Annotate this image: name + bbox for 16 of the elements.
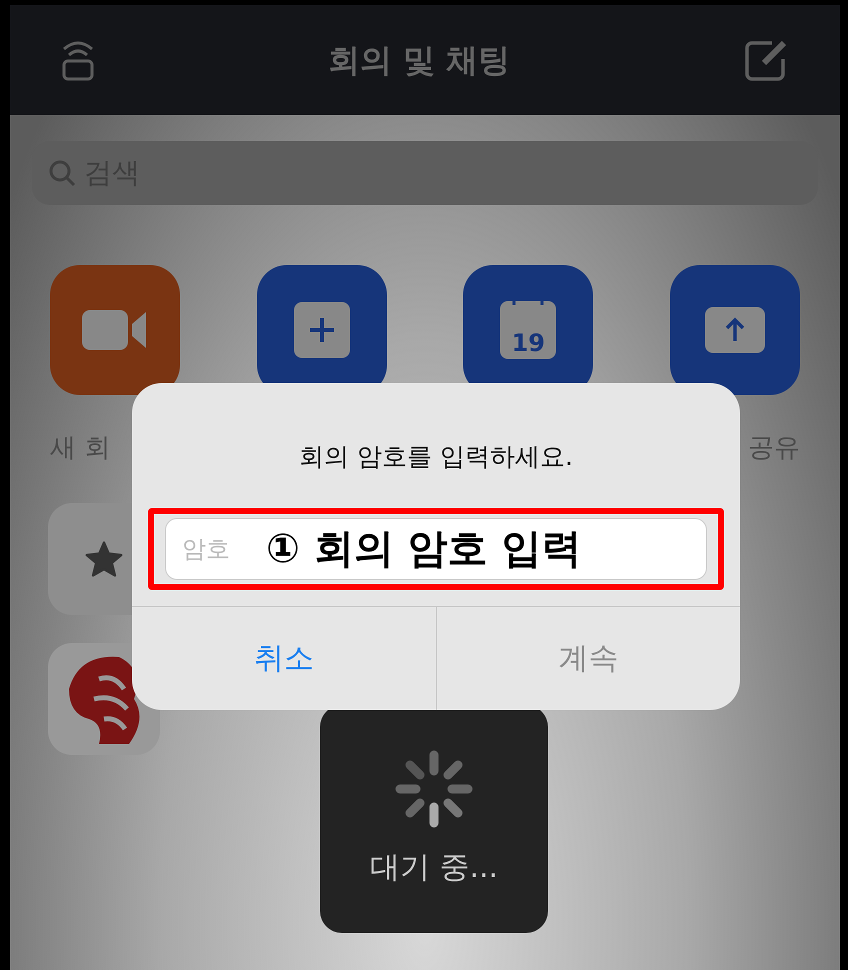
tile-label: 공유 xyxy=(748,432,800,463)
calendar-icon: 19 xyxy=(500,301,556,359)
loading-text: 대기 중... xyxy=(370,848,498,886)
spinner-icon xyxy=(394,748,474,828)
screen-title: 회의 및 채팅 xyxy=(328,40,510,81)
dialog-button[interactable]: 취소 xyxy=(132,606,436,710)
password-field[interactable]: 암호 xyxy=(182,530,244,566)
search-icon xyxy=(48,159,76,187)
dialog-message: 회의 암호를 입력하세요. xyxy=(298,441,574,473)
action-tile[interactable] xyxy=(50,265,180,395)
video-camera-icon xyxy=(82,308,148,352)
upload-icon xyxy=(704,307,765,353)
star-icon xyxy=(85,541,123,577)
annotation-label: ① 회의 암호 입력 xyxy=(266,524,582,574)
action-tile[interactable] xyxy=(670,265,800,395)
plus-icon xyxy=(294,302,350,358)
